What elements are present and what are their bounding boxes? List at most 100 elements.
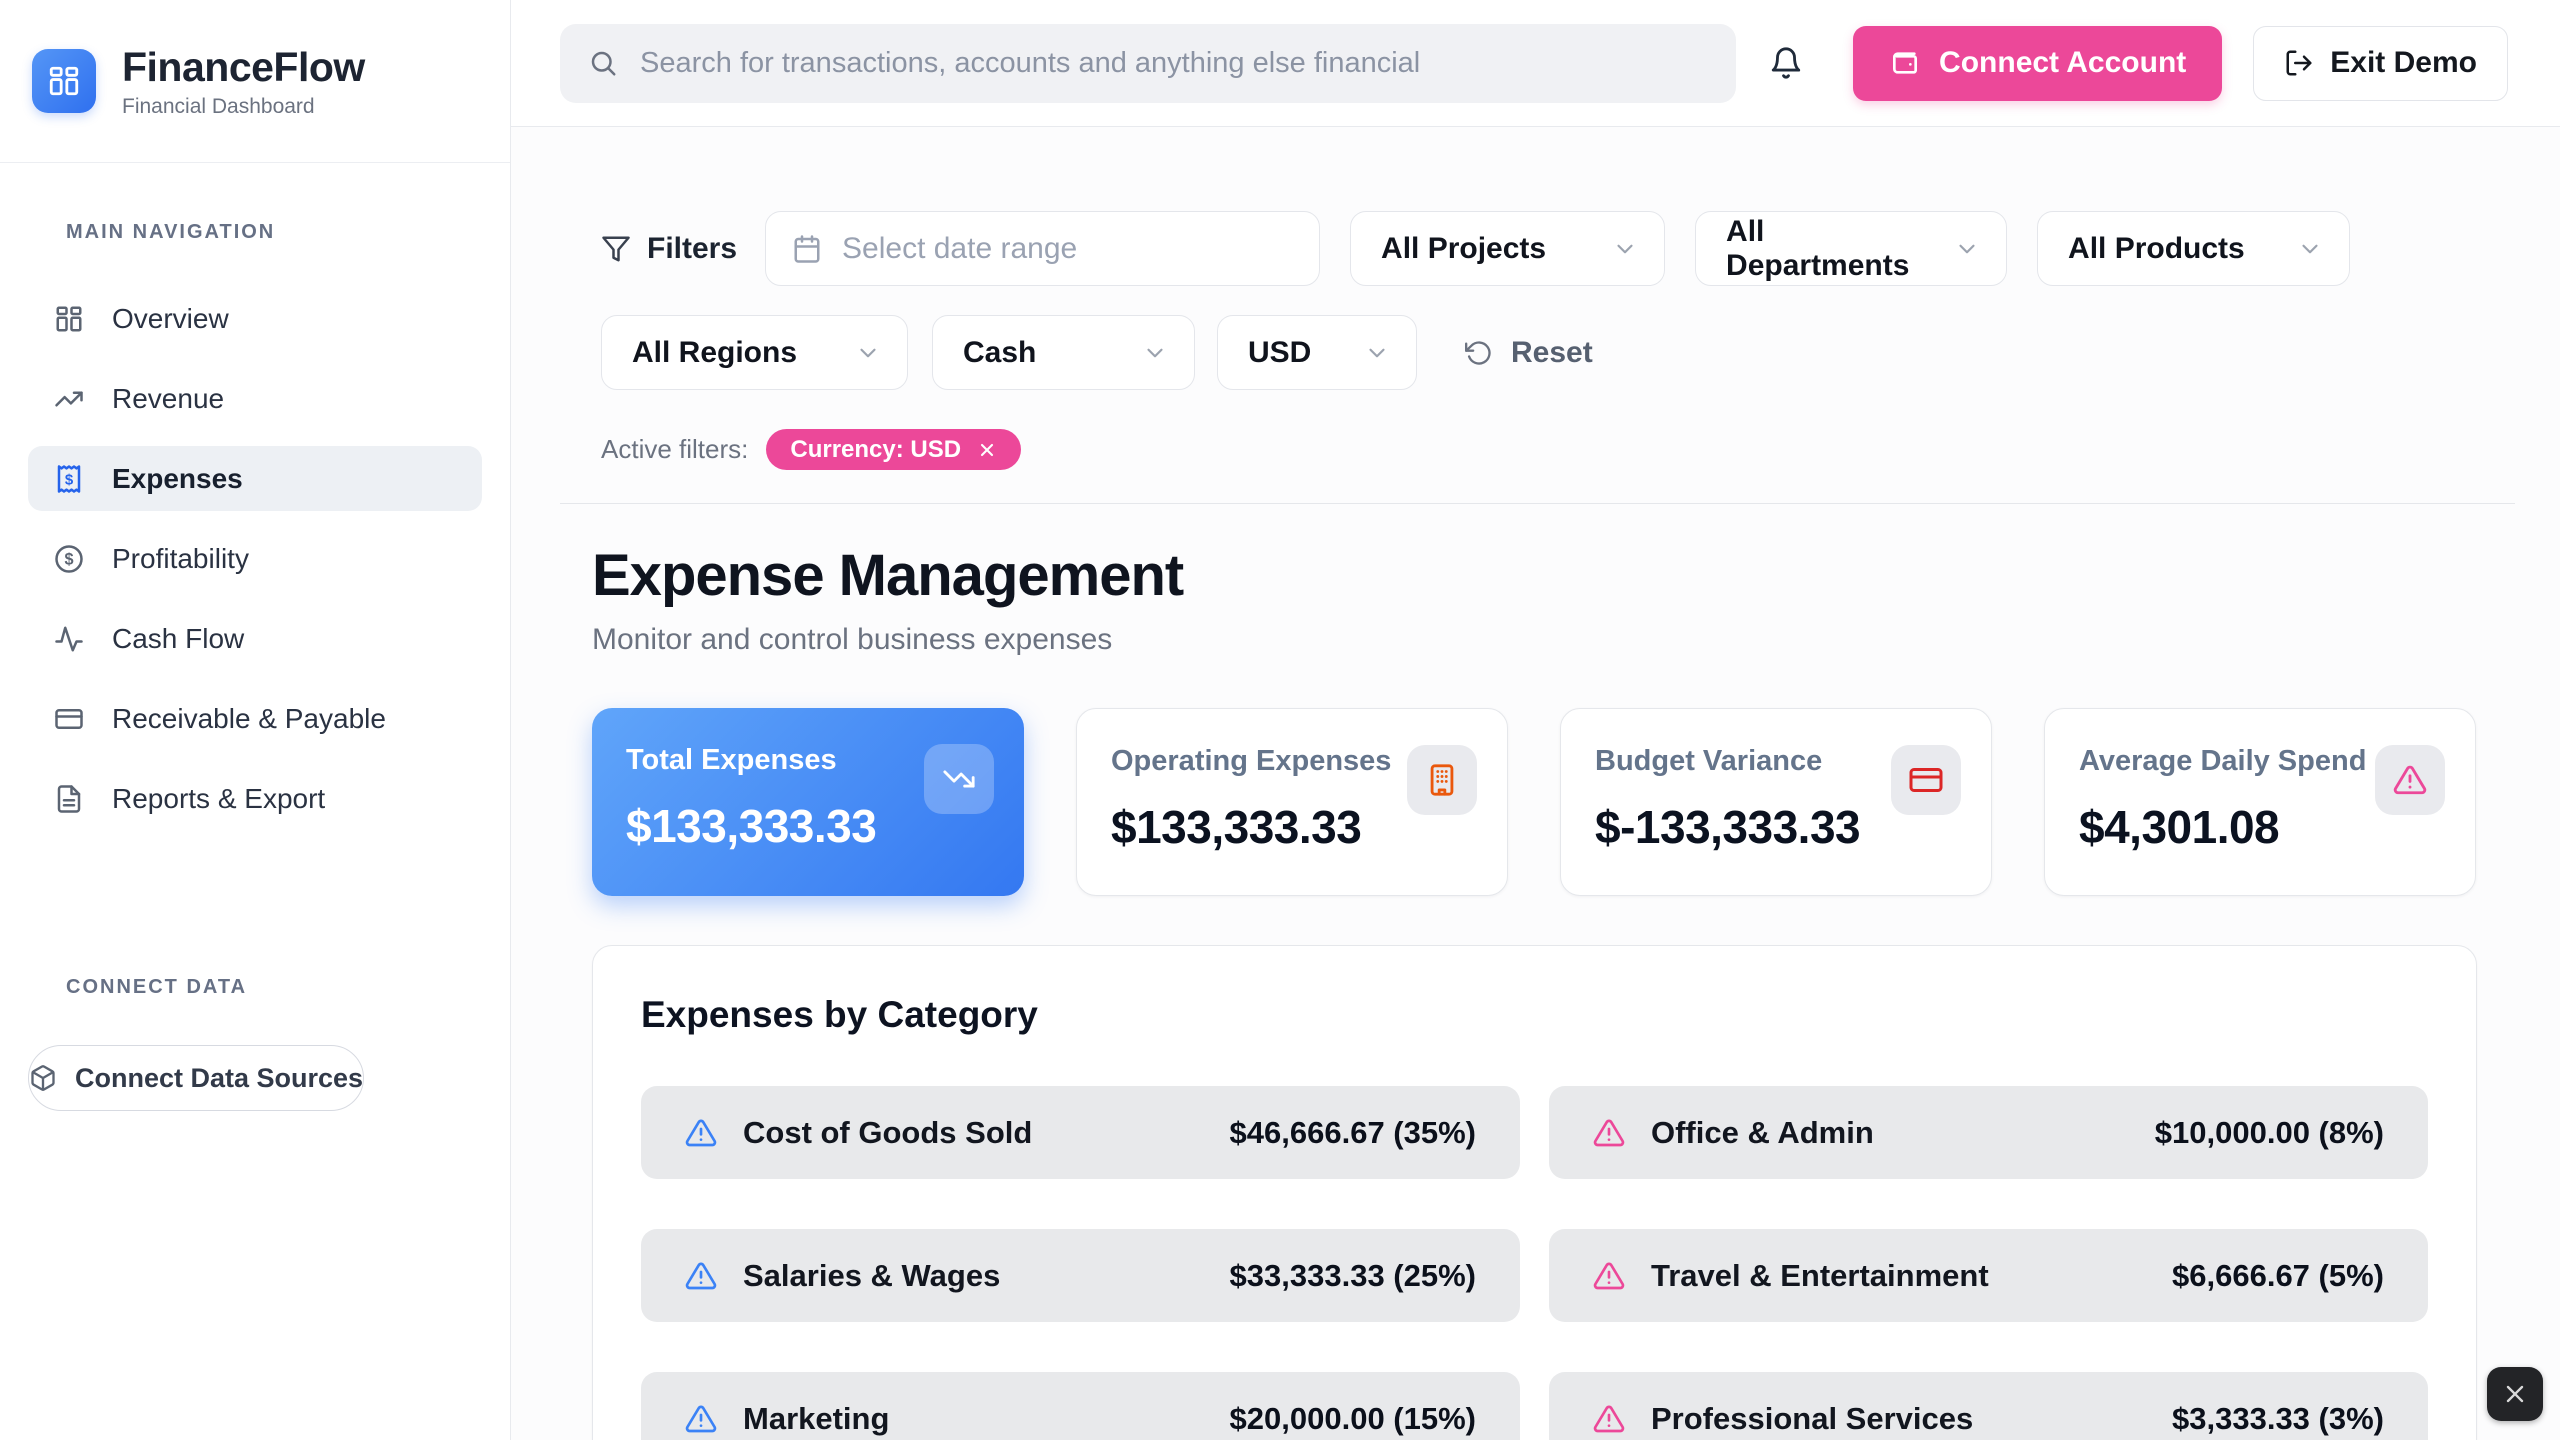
chevron-down-icon (1142, 340, 1168, 366)
category-row-cost-of-goods-sold[interactable]: Cost of Goods Sold $46,666.67 (35%) (641, 1086, 1520, 1179)
connect-data-sources-button[interactable]: Connect Data Sources (28, 1045, 364, 1111)
category-label: Cost of Goods Sold (743, 1115, 1032, 1151)
sidebar-item-reports-export[interactable]: Reports & Export (28, 766, 482, 831)
alert-triangle-icon (685, 1260, 717, 1292)
exit-demo-label: Exit Demo (2330, 46, 2477, 80)
main-navigation: MAIN NAVIGATION Overview Revenue (0, 163, 510, 846)
connect-data-section: CONNECT DATA Connect Data Sources (0, 846, 510, 1111)
metric-card-operating-expenses[interactable]: Operating Expenses $133,333.33 (1076, 708, 1508, 896)
category-label: Office & Admin (1651, 1115, 1874, 1151)
chevron-down-icon (1954, 236, 1980, 262)
currency-select[interactable]: USD (1217, 315, 1417, 390)
category-label: Marketing (743, 1401, 889, 1437)
building-icon (1407, 745, 1477, 815)
sidebar-item-expenses[interactable]: $ Expenses (28, 446, 482, 511)
sidebar: FinanceFlow Financial Dashboard MAIN NAV… (0, 0, 511, 1440)
page-subtitle: Monitor and control business expenses (592, 623, 2515, 657)
active-filters-label: Active filters: (601, 434, 748, 465)
category-value: $3,333.33 (3%) (2172, 1401, 2384, 1437)
category-row-marketing[interactable]: Marketing $20,000.00 (15%) (641, 1372, 1520, 1440)
date-range-picker[interactable] (765, 211, 1320, 286)
alert-triangle-icon (1593, 1403, 1625, 1435)
sidebar-item-label: Profitability (112, 543, 249, 575)
rotate-ccw-icon (1465, 339, 1493, 367)
regions-select[interactable]: All Regions (601, 315, 908, 390)
sidebar-item-profitability[interactable]: $ Profitability (28, 526, 482, 591)
regions-select-value: All Regions (632, 336, 797, 370)
active-filter-chip-currency[interactable]: Currency: USD (766, 429, 1021, 470)
projects-select[interactable]: All Projects (1350, 211, 1665, 286)
activity-icon (54, 624, 84, 654)
filters-row-1: Filters All Projects (601, 211, 2515, 286)
filters-row-2: All Regions Cash USD (601, 315, 2515, 390)
search-icon (588, 48, 618, 78)
app-window: FinanceFlow Financial Dashboard MAIN NAV… (0, 0, 2560, 1440)
sidebar-item-label: Reports & Export (112, 783, 325, 815)
close-icon[interactable] (977, 440, 997, 460)
wallet-icon (1889, 47, 1921, 79)
reset-filters-button[interactable]: Reset (1465, 336, 1593, 370)
date-range-input[interactable] (842, 232, 1293, 266)
category-row-travel-entertainment[interactable]: Travel & Entertainment $6,666.67 (5%) (1549, 1229, 2428, 1322)
sidebar-item-revenue[interactable]: Revenue (28, 366, 482, 431)
file-icon (54, 784, 84, 814)
alert-triangle-icon (1593, 1260, 1625, 1292)
departments-select-value: All Departments (1726, 215, 1914, 283)
category-label: Salaries & Wages (743, 1258, 1000, 1294)
exit-demo-button[interactable]: Exit Demo (2253, 26, 2508, 101)
currency-select-value: USD (1248, 336, 1311, 370)
search-input[interactable] (640, 47, 1708, 80)
alert-triangle-icon (685, 1117, 717, 1149)
filters-heading: Filters (601, 232, 737, 266)
brand-text: FinanceFlow Financial Dashboard (122, 44, 365, 119)
metric-cards-row: Total Expenses $133,333.33 Operating Exp… (592, 708, 2515, 896)
brand-subtitle: Financial Dashboard (122, 95, 365, 119)
metric-card-average-daily-spend[interactable]: Average Daily Spend $4,301.08 (2044, 708, 2476, 896)
sidebar-item-label: Receivable & Payable (112, 703, 386, 735)
connect-data-sources-label: Connect Data Sources (75, 1063, 363, 1094)
category-row-office-admin[interactable]: Office & Admin $10,000.00 (8%) (1549, 1086, 2428, 1179)
brand-header: FinanceFlow Financial Dashboard (0, 0, 510, 163)
svg-text:$: $ (64, 550, 73, 568)
close-overlay-button[interactable] (2487, 1367, 2543, 1421)
chevron-down-icon (1364, 340, 1390, 366)
sidebar-item-label: Expenses (112, 463, 243, 495)
connect-account-button[interactable]: Connect Account (1853, 26, 2222, 101)
page-title: Expense Management (592, 542, 2515, 609)
products-select[interactable]: All Products (2037, 211, 2350, 286)
active-filters-row: Active filters: Currency: USD (601, 429, 2515, 470)
sidebar-item-label: Revenue (112, 383, 224, 415)
metric-card-budget-variance[interactable]: Budget Variance $-133,333.33 (1560, 708, 1992, 896)
content-area: Filters All Projects (511, 127, 2560, 1440)
payment-method-select-value: Cash (963, 336, 1036, 370)
connect-account-label: Connect Account (1939, 46, 2186, 80)
panel-title: Expenses by Category (641, 994, 2428, 1036)
main-area: Connect Account Exit Demo (511, 0, 2560, 1440)
sidebar-item-receivable-payable[interactable]: Receivable & Payable (28, 686, 482, 751)
alert-triangle-icon (2375, 745, 2445, 815)
sidebar-item-overview[interactable]: Overview (28, 286, 482, 351)
trending-up-icon (54, 384, 84, 414)
notifications-bell-icon[interactable] (1769, 46, 1803, 80)
sidebar-item-cash-flow[interactable]: Cash Flow (28, 606, 482, 671)
app-logo (32, 49, 96, 113)
brand-name: FinanceFlow (122, 44, 365, 91)
expenses-by-category-panel: Expenses by Category Cost of Goods Sold (592, 945, 2477, 1440)
filters-label: Filters (647, 232, 737, 266)
global-search[interactable] (560, 24, 1736, 103)
receipt-icon: $ (54, 464, 84, 494)
category-row-salaries-wages[interactable]: Salaries & Wages $33,333.33 (25%) (641, 1229, 1520, 1322)
category-row-professional-services[interactable]: Professional Services $3,333.33 (3%) (1549, 1372, 2428, 1440)
connect-section-header: CONNECT DATA (66, 976, 482, 999)
category-label: Professional Services (1651, 1401, 1973, 1437)
chip-label: Currency: USD (790, 436, 961, 464)
category-grid: Cost of Goods Sold $46,666.67 (35%) (641, 1086, 2428, 1440)
category-label: Travel & Entertainment (1651, 1258, 1989, 1294)
topbar: Connect Account Exit Demo (511, 0, 2560, 127)
category-value: $6,666.67 (5%) (2172, 1258, 2384, 1294)
departments-select[interactable]: All Departments (1695, 211, 2007, 286)
payment-method-select[interactable]: Cash (932, 315, 1195, 390)
trending-down-icon (924, 744, 994, 814)
section-divider (560, 503, 2515, 504)
metric-card-total-expenses[interactable]: Total Expenses $133,333.33 (592, 708, 1024, 896)
